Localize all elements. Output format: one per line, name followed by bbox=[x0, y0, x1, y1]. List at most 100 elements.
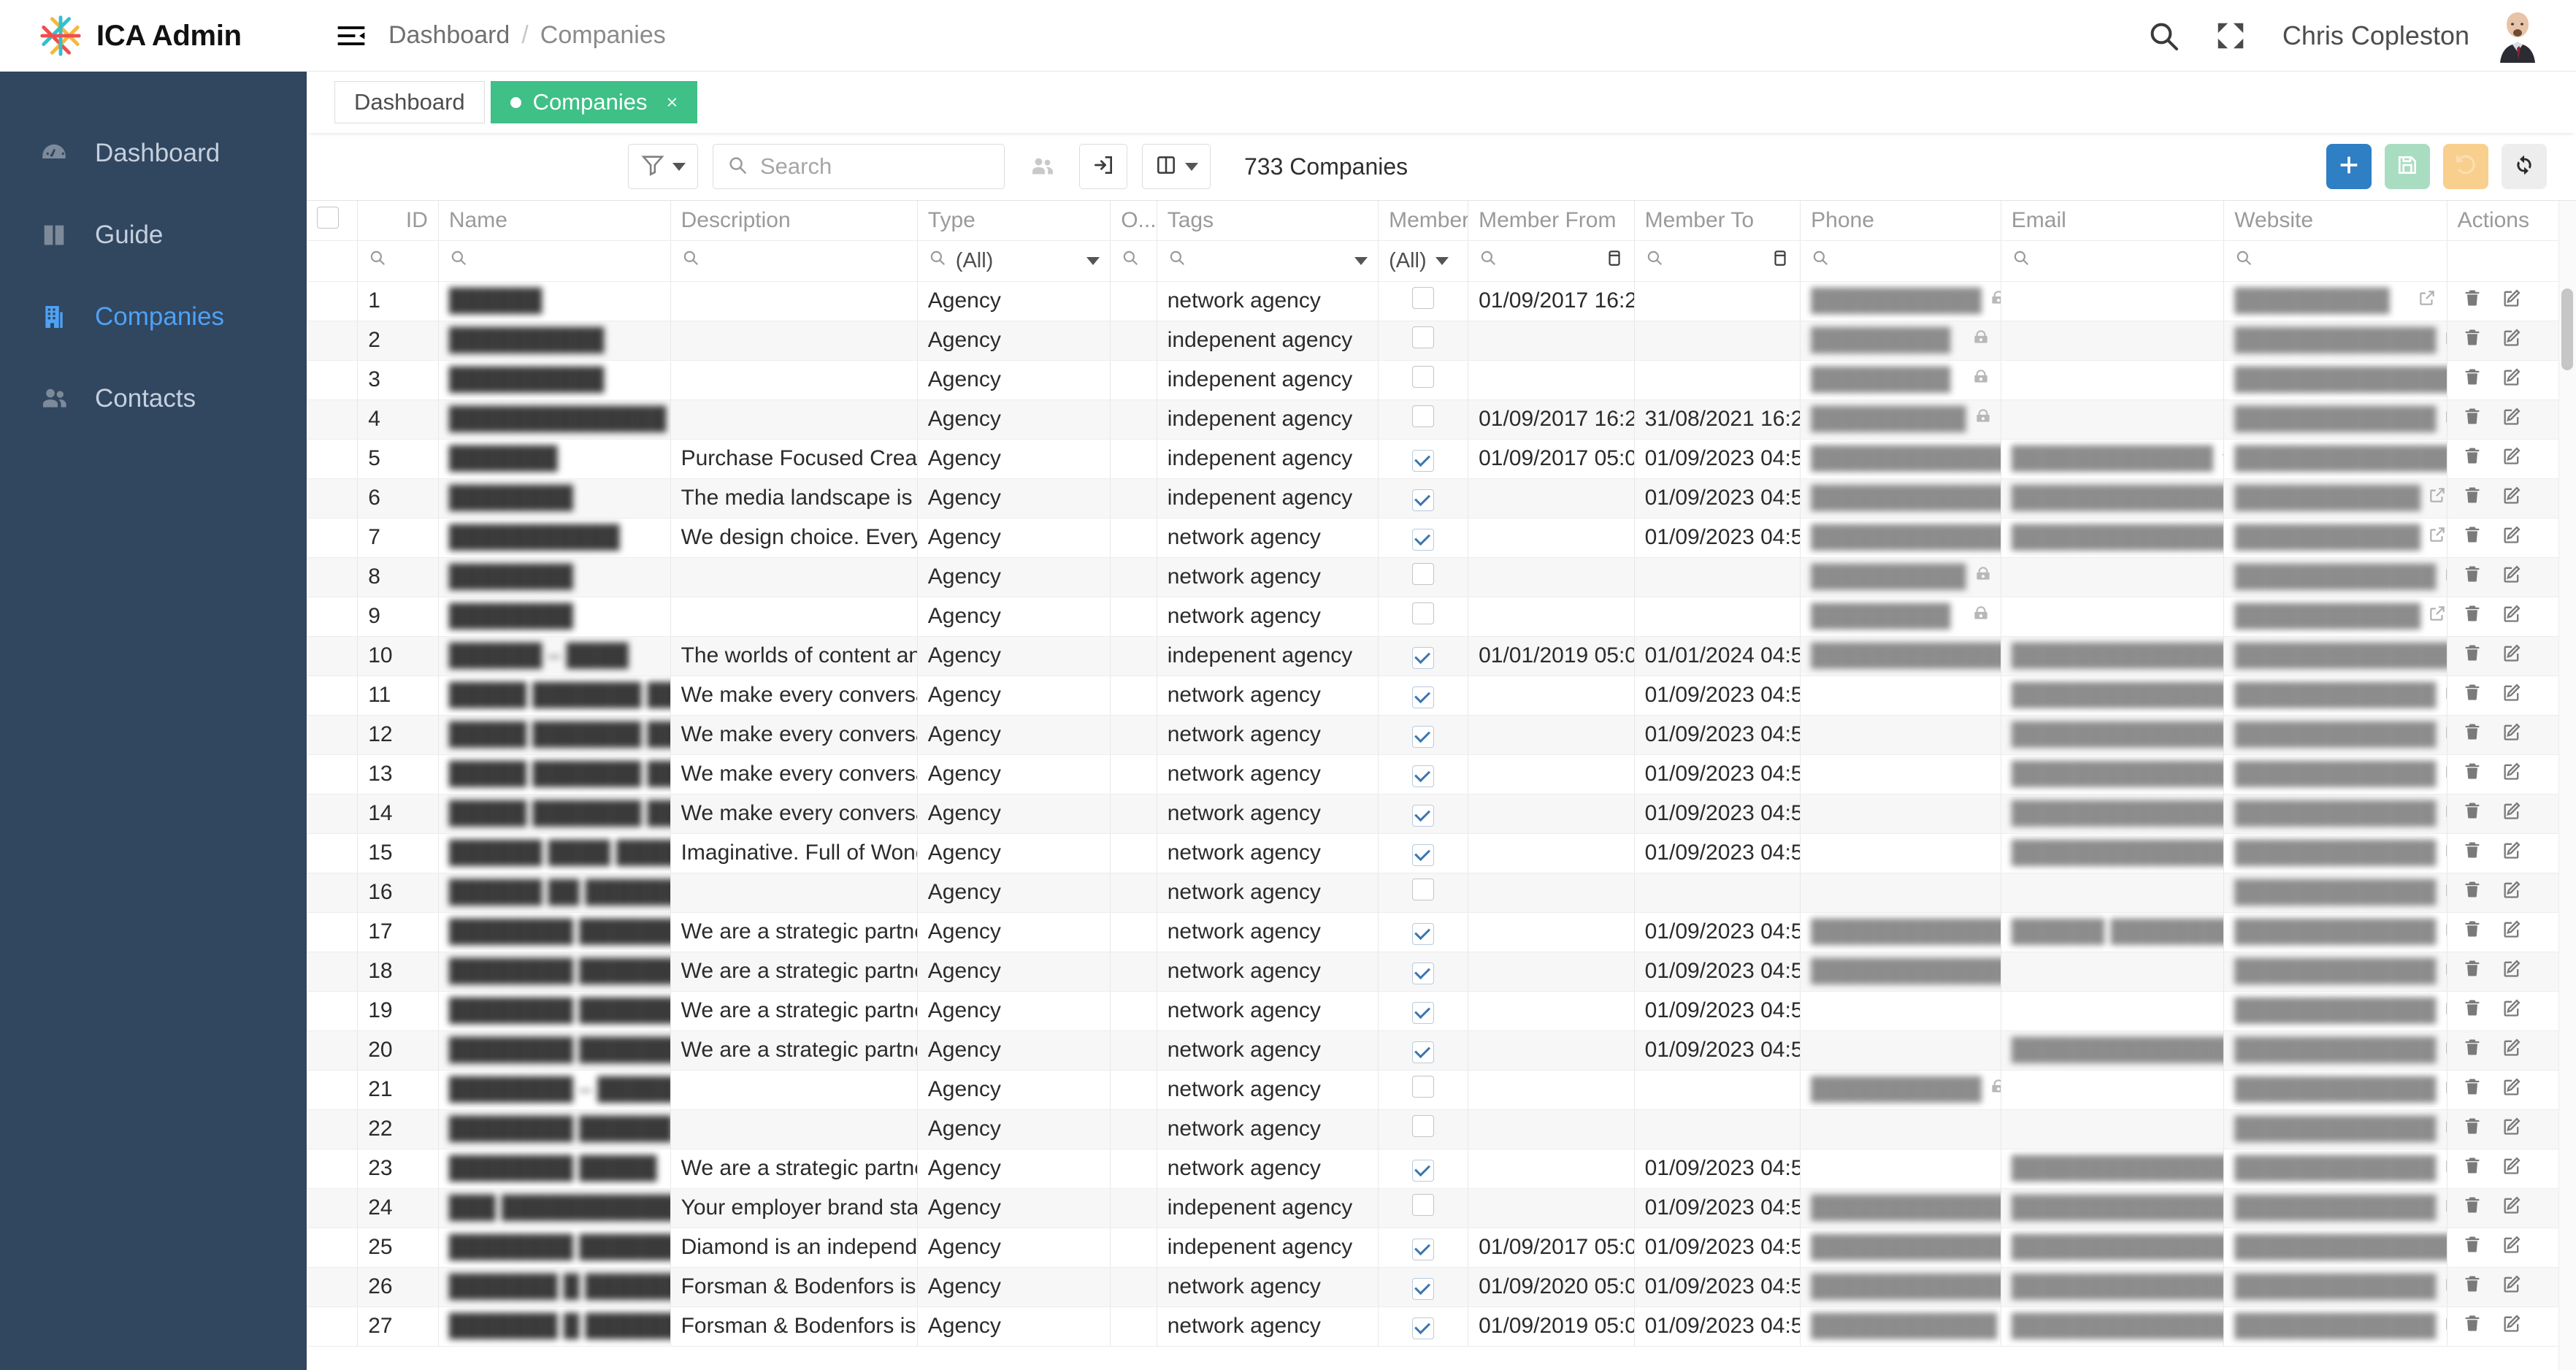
send-mail-icon[interactable] bbox=[2220, 446, 2223, 471]
hamburger-collapse-icon[interactable] bbox=[334, 19, 368, 53]
member-checkbox[interactable] bbox=[1412, 1277, 1435, 1300]
pencil-edit-icon[interactable] bbox=[2502, 722, 2522, 748]
pencil-edit-icon[interactable] bbox=[2502, 761, 2522, 787]
cell-member[interactable] bbox=[1378, 1228, 1469, 1268]
external-link-icon[interactable] bbox=[2444, 919, 2447, 944]
row-select-cell[interactable] bbox=[307, 597, 359, 637]
avatar[interactable] bbox=[2488, 8, 2542, 63]
tab-dashboard[interactable]: Dashboard bbox=[334, 81, 485, 123]
phone-icon[interactable] bbox=[1974, 407, 1993, 432]
header-member-from[interactable]: Member From bbox=[1468, 201, 1635, 241]
member-checkbox[interactable] bbox=[1412, 1317, 1435, 1339]
table-row[interactable]: 11█████ ███████ █████We make every conve… bbox=[307, 676, 2576, 716]
member-checkbox[interactable] bbox=[1412, 646, 1435, 669]
refresh-button[interactable] bbox=[2502, 144, 2547, 189]
table-row[interactable]: 13█████ ███████ █████We make every conve… bbox=[307, 754, 2576, 795]
row-select-cell[interactable] bbox=[307, 952, 359, 992]
user-name[interactable]: Chris Copleston bbox=[2282, 20, 2469, 51]
sidebar-item-guide[interactable]: Guide bbox=[0, 194, 307, 276]
pencil-edit-icon[interactable] bbox=[2502, 682, 2522, 708]
row-select-cell[interactable] bbox=[307, 794, 359, 834]
member-checkbox[interactable] bbox=[1412, 366, 1435, 388]
external-link-icon[interactable] bbox=[2444, 722, 2447, 747]
search-input-wrapper[interactable] bbox=[713, 144, 1005, 189]
table-row[interactable]: 22 ████████ ██████ Agency network agency ███… bbox=[307, 1109, 2576, 1149]
cell-member[interactable] bbox=[1378, 794, 1469, 834]
header-email[interactable]: Email bbox=[2001, 201, 2225, 241]
cell-member[interactable] bbox=[1378, 557, 1469, 597]
row-select-cell[interactable] bbox=[307, 1149, 359, 1189]
header-name[interactable]: Name bbox=[438, 201, 671, 241]
member-checkbox[interactable] bbox=[1412, 1194, 1435, 1216]
search-input[interactable] bbox=[759, 153, 991, 180]
cell-member[interactable] bbox=[1378, 597, 1469, 637]
table-row[interactable]: 1 ██████ Agency network agency 01/09/2017 16… bbox=[307, 281, 2576, 321]
row-select-cell[interactable] bbox=[307, 478, 359, 518]
row-select-cell[interactable] bbox=[307, 557, 359, 597]
member-checkbox[interactable] bbox=[1412, 804, 1435, 827]
pencil-edit-icon[interactable] bbox=[2502, 327, 2522, 353]
row-select-cell[interactable] bbox=[307, 912, 359, 952]
filter-member[interactable]: (All) bbox=[1378, 240, 1469, 282]
header-type[interactable]: Type bbox=[917, 201, 1111, 241]
cell-member[interactable] bbox=[1378, 715, 1469, 755]
row-select-cell[interactable] bbox=[307, 1109, 359, 1149]
table-row[interactable]: 12█████ ███████ ██████We make every conv… bbox=[307, 715, 2576, 755]
add-button[interactable] bbox=[2326, 144, 2372, 189]
external-link-icon[interactable] bbox=[2444, 1117, 2447, 1141]
cell-member[interactable] bbox=[1378, 518, 1469, 558]
external-link-icon[interactable] bbox=[2444, 1195, 2447, 1220]
trash-icon[interactable] bbox=[2462, 919, 2483, 945]
external-link-icon[interactable] bbox=[2444, 683, 2447, 708]
pencil-edit-icon[interactable] bbox=[2502, 1076, 2522, 1103]
external-link-icon[interactable] bbox=[2444, 959, 2447, 984]
trash-icon[interactable] bbox=[2462, 1313, 2483, 1339]
contacts-people-icon[interactable] bbox=[1019, 144, 1065, 189]
calendar-icon[interactable] bbox=[1771, 248, 1790, 273]
cell-member[interactable] bbox=[1378, 991, 1469, 1031]
phone-icon[interactable] bbox=[1971, 367, 1990, 392]
trash-icon[interactable] bbox=[2462, 1076, 2483, 1103]
filter-tags[interactable] bbox=[1157, 240, 1379, 282]
pencil-edit-icon[interactable] bbox=[2502, 1234, 2522, 1260]
external-link-icon[interactable] bbox=[2428, 486, 2446, 510]
pencil-edit-icon[interactable] bbox=[2502, 524, 2522, 551]
pencil-edit-icon[interactable] bbox=[2502, 840, 2522, 866]
member-checkbox[interactable] bbox=[1412, 528, 1435, 551]
table-row[interactable]: 16██████ ██ ██████ ███ Agency network agen… bbox=[307, 873, 2576, 913]
pencil-edit-icon[interactable] bbox=[2502, 879, 2522, 906]
column-chooser-button[interactable] bbox=[1142, 144, 1211, 189]
tab-companies[interactable]: Companies × bbox=[490, 81, 698, 123]
cell-member[interactable] bbox=[1378, 873, 1469, 913]
trash-icon[interactable] bbox=[2462, 327, 2483, 353]
table-row[interactable]: 18 ████████ ███████ We are a strategic par… bbox=[307, 952, 2576, 992]
table-row[interactable]: 3 ██████████ Agency indepenent agency ██████… bbox=[307, 360, 2576, 400]
cell-member[interactable] bbox=[1378, 439, 1469, 479]
member-checkbox[interactable] bbox=[1412, 1001, 1435, 1024]
phone-icon[interactable] bbox=[1971, 604, 1990, 629]
member-checkbox[interactable] bbox=[1412, 765, 1435, 787]
trash-icon[interactable] bbox=[2462, 643, 2483, 669]
row-select-cell[interactable] bbox=[307, 873, 359, 913]
row-select-cell[interactable] bbox=[307, 754, 359, 795]
member-checkbox[interactable] bbox=[1412, 922, 1435, 945]
pencil-edit-icon[interactable] bbox=[2502, 603, 2522, 629]
trash-icon[interactable] bbox=[2462, 761, 2483, 787]
phone-icon[interactable] bbox=[1971, 328, 1990, 353]
trash-icon[interactable] bbox=[2462, 1155, 2483, 1182]
table-row[interactable]: 25████████ █████████ █████Diamond is an … bbox=[307, 1228, 2576, 1268]
pencil-edit-icon[interactable] bbox=[2502, 958, 2522, 984]
chevron-down-icon[interactable] bbox=[1354, 256, 1368, 265]
member-checkbox[interactable] bbox=[1412, 287, 1435, 309]
pencil-edit-icon[interactable] bbox=[2502, 800, 2522, 827]
external-link-icon[interactable] bbox=[2444, 1156, 2447, 1181]
table-row[interactable]: 23 ████████ █████ We are a strategic partn… bbox=[307, 1149, 2576, 1189]
filter-id[interactable] bbox=[357, 240, 439, 282]
row-select-cell[interactable] bbox=[307, 833, 359, 873]
external-link-icon[interactable] bbox=[2444, 407, 2447, 432]
table-row[interactable]: 7███████████We design choice. Everything… bbox=[307, 518, 2576, 558]
table-row[interactable]: 27███████ █ █████████ ██Forsman & Bodenf… bbox=[307, 1306, 2576, 1347]
row-select-cell[interactable] bbox=[307, 399, 359, 440]
trash-icon[interactable] bbox=[2462, 564, 2483, 590]
cell-member[interactable] bbox=[1378, 399, 1469, 440]
